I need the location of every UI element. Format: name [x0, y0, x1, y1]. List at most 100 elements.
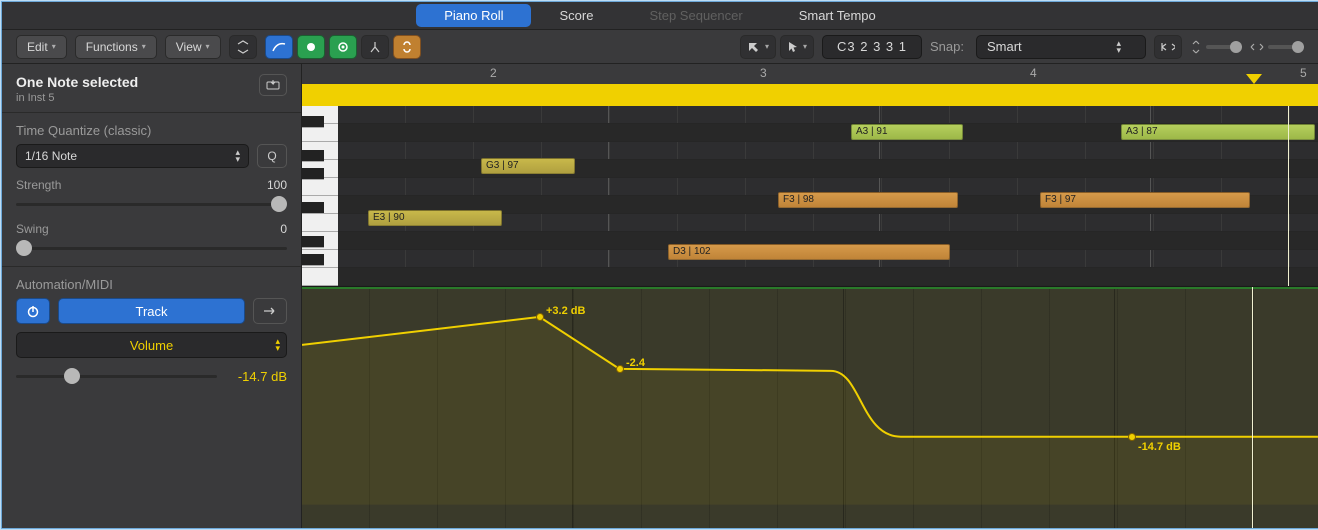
menu-edit[interactable]: Edit ▾ — [16, 35, 67, 59]
midi-out-button[interactable] — [329, 35, 357, 59]
menu-functions[interactable]: Functions ▾ — [75, 35, 157, 59]
editor-tabstrip: Piano Roll Score Step Sequencer Smart Te… — [2, 2, 1318, 30]
collapse-button[interactable] — [229, 35, 257, 59]
automation-point-label: -2.4 — [626, 357, 645, 369]
collapse-icon — [236, 40, 250, 54]
zoom-vert-icon — [1190, 40, 1202, 54]
automation-point-label: +3.2 dB — [546, 305, 585, 317]
split-icon — [368, 41, 382, 53]
automation-param-select[interactable]: Volume ▴▾ — [16, 332, 287, 358]
ruler-bar-5: 5 — [1300, 66, 1307, 80]
midi-in-icon — [304, 41, 318, 53]
power-icon — [26, 304, 40, 318]
automation-lane[interactable]: +3.2 dB -2.4 -14.7 dB — [302, 286, 1318, 528]
strength-label: Strength — [16, 178, 61, 192]
cycle-region[interactable] — [302, 84, 1318, 106]
chevron-down-icon: ▾ — [206, 42, 210, 51]
ruler-bar-4: 4 — [1030, 66, 1037, 80]
inspector-sidebar: One Note selected in Inst 5 Time Quantiz… — [2, 64, 302, 528]
link-button[interactable] — [393, 35, 421, 59]
selection-title: One Note selected — [16, 74, 138, 90]
automation-header: Automation/MIDI — [16, 277, 287, 292]
midi-note[interactable]: F3 | 98 — [778, 192, 958, 208]
swing-value: 0 — [280, 222, 287, 236]
automation-point[interactable] — [616, 365, 624, 373]
midi-thru-button[interactable] — [361, 35, 389, 59]
menu-view[interactable]: View ▾ — [165, 35, 221, 59]
automation-power-button[interactable] — [16, 298, 50, 324]
catch-icon — [266, 79, 280, 91]
playhead-handle[interactable] — [1246, 74, 1262, 84]
timeline-ruler[interactable]: 2 3 4 5 — [302, 64, 1318, 106]
position-display[interactable]: C3 2 3 3 1 — [822, 35, 922, 59]
quantize-apply-button[interactable]: Q — [257, 144, 287, 168]
quantize-value-select[interactable]: 1/16 Note ▴▾ — [16, 144, 249, 168]
automation-point-label: -14.7 dB — [1138, 441, 1181, 453]
v-zoom-slider[interactable] — [1206, 45, 1242, 49]
midi-in-button[interactable] — [297, 35, 325, 59]
quantize-value-label: 1/16 Note — [25, 149, 77, 163]
note-grid[interactable]: A3 | 91 A3 | 87 G3 | 97 F3 | 98 F3 | 97 E3 | … — [338, 106, 1318, 286]
editor-area: 2 3 4 5 — [302, 64, 1318, 528]
midi-note[interactable]: G3 | 97 — [481, 158, 575, 174]
swing-slider[interactable] — [16, 240, 287, 256]
piano-roll-window: Piano Roll Score Step Sequencer Smart Te… — [1, 1, 1318, 529]
toolbar: Edit ▾ Functions ▾ View ▾ — [2, 30, 1318, 64]
menu-functions-label: Functions — [86, 40, 138, 54]
midi-tools-group — [265, 35, 421, 59]
swing-label: Swing — [16, 222, 49, 236]
catch-button[interactable] — [259, 74, 287, 96]
midi-draw-tool[interactable] — [265, 35, 293, 59]
automation-point[interactable] — [1128, 433, 1136, 441]
h-zoom-slider[interactable] — [1268, 45, 1304, 49]
snap-select[interactable]: Smart ▴▾ — [976, 35, 1146, 59]
playhead-line — [1252, 287, 1253, 528]
updown-icon: ▴▾ — [235, 149, 240, 163]
snap-value: Smart — [987, 39, 1022, 54]
playhead-line — [1288, 106, 1289, 286]
ruler-bar-3: 3 — [760, 66, 767, 80]
tool-left[interactable]: ▾ — [740, 35, 776, 59]
midi-note[interactable]: A3 | 91 — [851, 124, 963, 140]
tab-piano-roll[interactable]: Piano Roll — [416, 4, 531, 27]
chevron-down-icon: ▾ — [52, 42, 56, 51]
midi-note[interactable]: E3 | 90 — [368, 210, 502, 226]
strength-value: 100 — [267, 178, 287, 192]
strength-slider[interactable] — [16, 196, 287, 212]
automation-value-slider[interactable] — [16, 368, 217, 384]
menu-view-label: View — [176, 40, 202, 54]
menu-edit-label: Edit — [27, 40, 48, 54]
automation-value: -14.7 dB — [227, 369, 287, 384]
pointer-pencil-icon — [747, 41, 761, 53]
tool-right[interactable]: ▾ — [780, 35, 814, 59]
zoom-horiz-icon — [1250, 41, 1264, 53]
horizontal-zoom[interactable] — [1250, 41, 1304, 53]
automation-mode-button[interactable]: Track — [58, 298, 245, 324]
updown-icon: ▴▾ — [275, 338, 280, 352]
tab-score[interactable]: Score — [531, 4, 621, 27]
automation-param-label: Volume — [130, 338, 173, 353]
automation-curve — [302, 287, 1318, 505]
piano-keyboard[interactable] — [302, 106, 338, 286]
expand-horiz-icon — [1161, 41, 1175, 53]
midi-note[interactable]: A3 | 87 — [1121, 124, 1315, 140]
cycle-icon — [262, 305, 278, 317]
piano-roll-grid[interactable]: A3 | 91 A3 | 87 G3 | 97 F3 | 98 F3 | 97 E3 | … — [302, 106, 1318, 286]
selection-sub: in Inst 5 — [16, 92, 138, 104]
pointer-icon — [787, 41, 799, 53]
chevron-down-icon: ▾ — [142, 42, 146, 51]
link-icon — [400, 41, 414, 53]
chevron-down-icon: ▾ — [803, 42, 807, 51]
midi-note[interactable]: D3 | 102 — [668, 244, 950, 260]
quantize-header: Time Quantize (classic) — [16, 123, 287, 138]
vertical-zoom[interactable] — [1190, 40, 1242, 54]
updown-icon: ▴▾ — [1116, 40, 1121, 54]
tab-step-sequencer: Step Sequencer — [621, 4, 770, 27]
tab-smart-tempo[interactable]: Smart Tempo — [771, 4, 904, 27]
snap-label: Snap: — [930, 39, 964, 54]
fit-horiz-button[interactable] — [1154, 35, 1182, 59]
automation-cycle-button[interactable] — [253, 298, 287, 324]
midi-note[interactable]: F3 | 97 — [1040, 192, 1250, 208]
automation-point[interactable] — [536, 313, 544, 321]
midi-out-icon — [336, 41, 350, 53]
